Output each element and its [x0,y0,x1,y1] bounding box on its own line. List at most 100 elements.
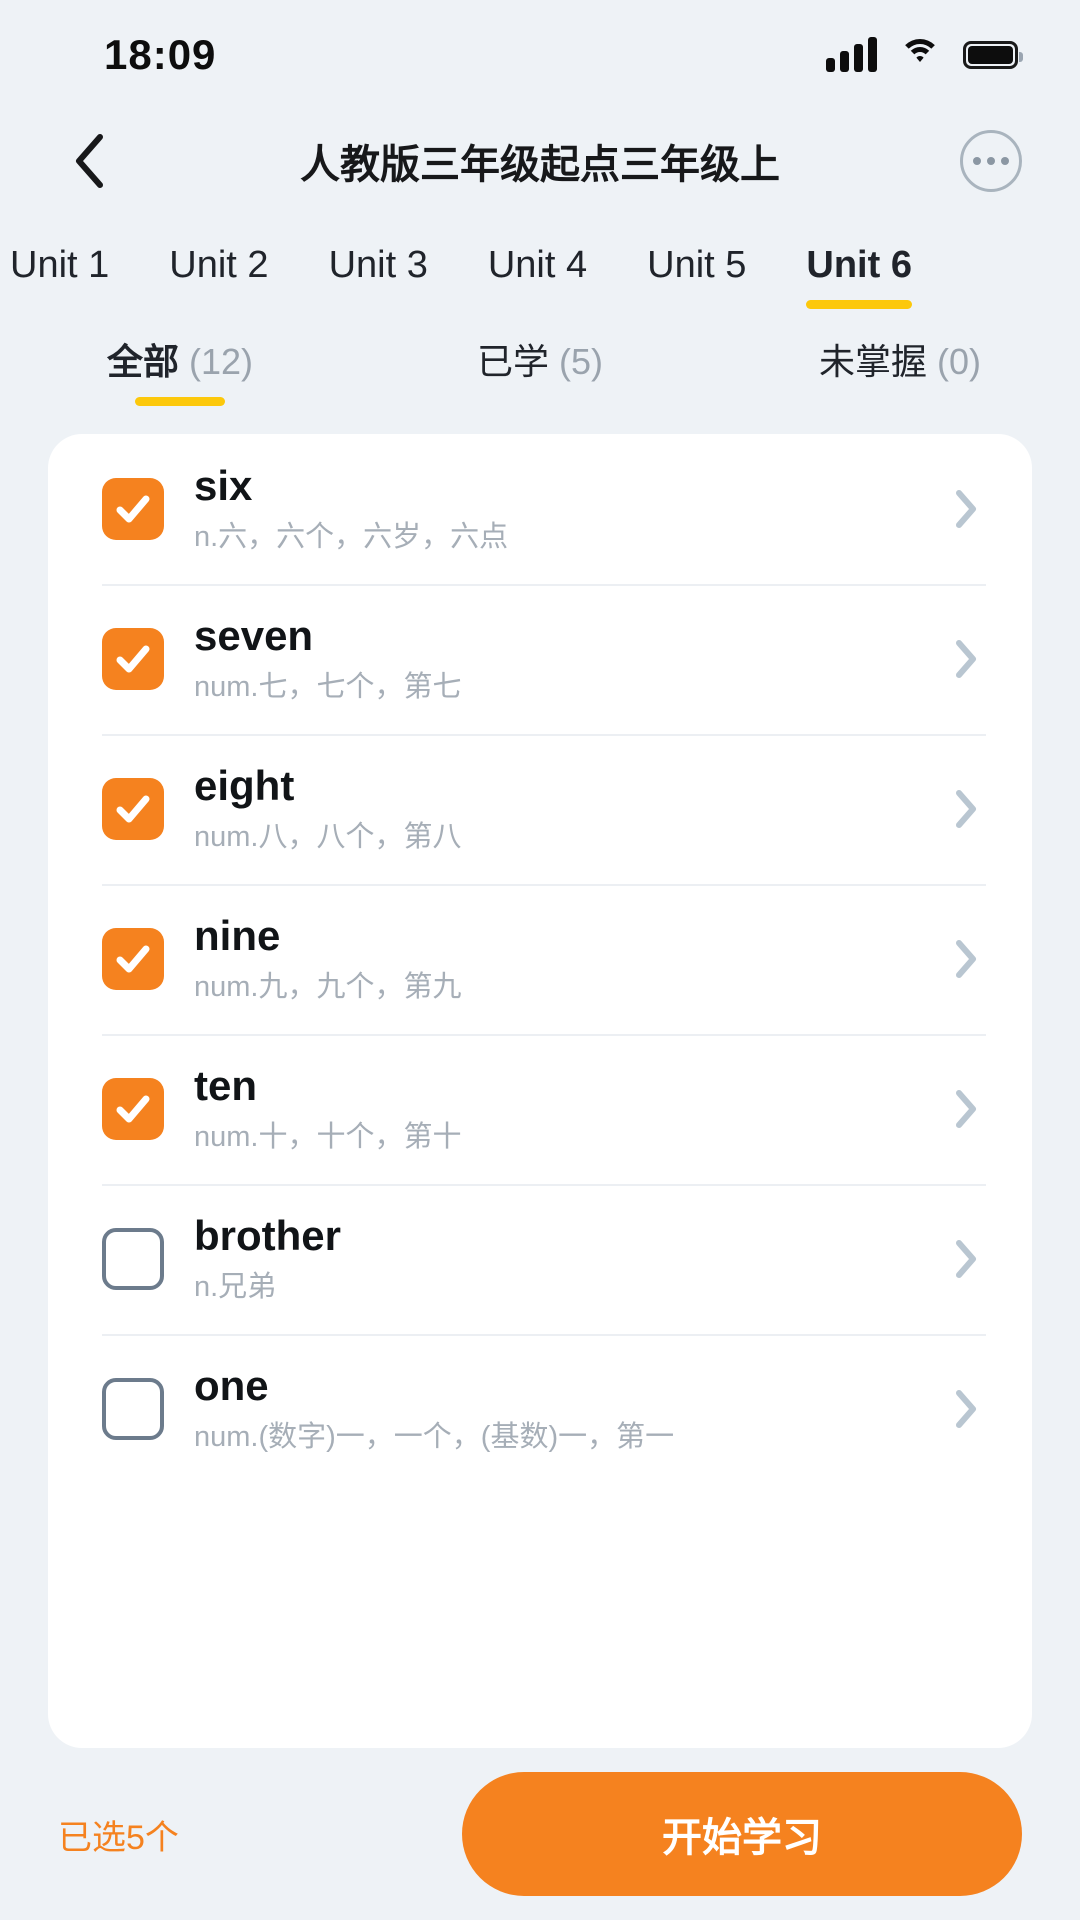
unit-tab-5[interactable]: Unit 5 [617,236,776,309]
table-row[interactable]: seven num.七，七个，第七 [48,584,1032,734]
cellular-signal-icon [826,37,877,72]
word-detail-button[interactable] [946,1089,986,1129]
filter-tab-bar[interactable]: 全部 (12) 已学 (5) 未掌握 (0) [0,309,1080,406]
wifi-icon [899,39,941,71]
table-row[interactable]: eight num.八，八个，第八 [48,734,1032,884]
word-text-group: brother n.兄弟 [194,1211,946,1307]
word-detail-button[interactable] [946,639,986,679]
unit-tab-indicator [329,300,428,309]
unit-tab-indicator [169,300,268,309]
status-bar-indicators [826,37,1023,72]
word-definition: num.七，七个，第七 [194,671,462,703]
word-checkbox[interactable] [102,928,164,990]
filter-tab-text: 已学 (5) [477,337,603,387]
word-checkbox[interactable] [102,1078,164,1140]
unit-tab-label: Unit 4 [487,244,588,286]
unit-tab-indicator [806,300,912,309]
page-title: 人教版三年级起点三年级上 [300,143,780,187]
chevron-right-icon [956,490,976,528]
word-definition: num.九，九个，第九 [194,971,462,1003]
word-checkbox[interactable] [102,628,164,690]
filter-tab-label: 全部 [106,341,179,382]
word-text-group: one num.(数字)一，一个，(基数)一，第一 [194,1361,946,1457]
unit-tab-bar[interactable]: Unit 1 Unit 2 Unit 3 Unit 4 Unit 5 Unit … [0,212,1080,309]
more-horizontal-icon [1001,157,1009,165]
filter-tab-all[interactable]: 全部 (12) [0,337,360,406]
navigation-bar: 人教版三年级起点三年级上 [0,110,1080,212]
table-row[interactable]: ten num.十，十个，第十 [48,1034,1032,1184]
word-checkbox[interactable] [102,778,164,840]
word-title: eight [194,762,295,809]
unit-tab-label: Unit 1 [10,244,110,286]
unit-tab-1[interactable]: Unit 1 [0,236,139,309]
start-study-button[interactable]: 开始学习 [462,1772,1022,1896]
word-text-group: eight num.八，八个，第八 [194,761,946,857]
chevron-right-icon [956,640,976,678]
back-button[interactable] [58,130,120,192]
word-checkbox[interactable] [102,1228,164,1290]
word-detail-button[interactable] [946,939,986,979]
unit-tab-indicator [10,300,109,309]
word-text-group: seven num.七，七个，第七 [194,611,946,707]
filter-tab-text: 未掌握 (0) [819,337,981,387]
table-row[interactable]: six n.六，六个，六岁，六点 [48,434,1032,584]
word-detail-button[interactable] [946,1389,986,1429]
word-title: brother [194,1212,341,1259]
table-row[interactable]: one num.(数字)一，一个，(基数)一，第一 [48,1334,1032,1484]
word-definition: num.十，十个，第十 [194,1121,462,1153]
filter-tab-text: 全部 (12) [107,337,253,387]
word-text-group: six n.六，六个，六岁，六点 [194,461,946,557]
unit-tab-label: Unit 5 [647,244,747,286]
unit-tab-3[interactable]: Unit 3 [299,236,458,309]
word-definition: num.(数字)一，一个，(基数)一，第一 [194,1421,675,1453]
check-icon [116,495,150,523]
word-detail-button[interactable] [946,489,986,529]
word-title: ten [194,1062,257,1109]
filter-tab-not-mastered[interactable]: 未掌握 (0) [720,337,1080,406]
filter-tab-count: (5) [559,341,604,382]
table-row[interactable]: brother n.兄弟 [48,1184,1032,1334]
app-screen: 18:09 人教版三年级起点三年级上 Unit 1 Unit 2 Unit 3 … [0,0,1080,1920]
selected-count-label: 已选5个 [58,1818,179,1857]
more-horizontal-icon [973,157,981,165]
filter-tab-learned[interactable]: 已学 (5) [360,337,720,406]
filter-tab-count: (12) [189,341,254,382]
word-list-card: six n.六，六个，六岁，六点 seven num.七，七个，第七 eight… [48,434,1032,1748]
filter-tab-label: 未掌握 [818,341,927,382]
unit-tab-label: Unit 2 [169,244,269,286]
unit-tab-indicator [647,300,746,309]
filter-tab-count: (0) [937,341,982,382]
check-icon [116,1095,150,1123]
word-title: nine [194,912,281,959]
more-horizontal-icon [987,157,995,165]
filter-tab-indicator [135,397,225,406]
chevron-left-icon [76,134,103,188]
word-detail-button[interactable] [946,789,986,829]
check-icon [116,645,150,673]
unit-tab-label: Unit 6 [806,244,912,286]
unit-tab-4[interactable]: Unit 4 [458,236,617,309]
word-title: one [194,1362,269,1409]
table-row[interactable]: nine num.九，九个，第九 [48,884,1032,1034]
word-text-group: ten num.十，十个，第十 [194,1061,946,1157]
chevron-right-icon [956,940,976,978]
check-icon [116,945,150,973]
word-text-group: nine num.九，九个，第九 [194,911,946,1007]
unit-tab-label: Unit 3 [328,244,428,286]
word-title: seven [194,612,314,659]
unit-tab-6[interactable]: Unit 6 [776,236,942,309]
chevron-right-icon [956,1390,976,1428]
status-bar: 18:09 [0,0,1080,110]
chevron-right-icon [956,1240,976,1278]
word-list-container: six n.六，六个，六岁，六点 seven num.七，七个，第七 eight… [0,406,1080,1748]
word-title: six [194,462,253,509]
word-checkbox[interactable] [102,478,164,540]
more-options-button[interactable] [960,130,1022,192]
unit-tab-indicator [488,300,587,309]
battery-full-icon [963,41,1023,69]
word-detail-button[interactable] [946,1239,986,1279]
unit-tab-2[interactable]: Unit 2 [139,236,298,309]
word-definition: n.兄弟 [194,1271,277,1303]
word-checkbox[interactable] [102,1378,164,1440]
word-definition: num.八，八个，第八 [194,821,462,853]
